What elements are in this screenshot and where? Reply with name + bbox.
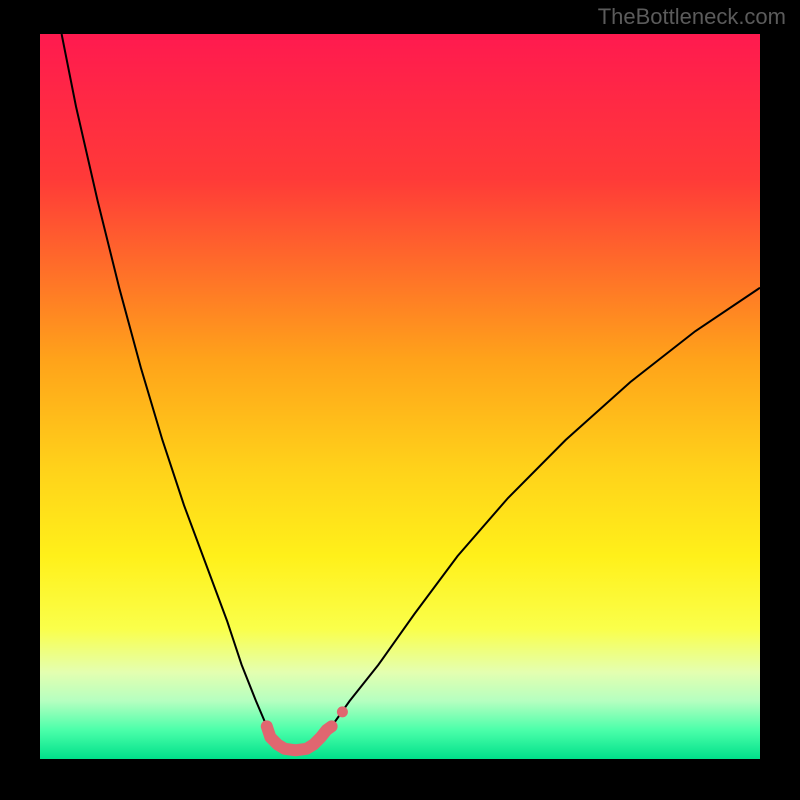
gradient-background: [40, 34, 760, 759]
attribution-text: TheBottleneck.com: [598, 4, 786, 30]
annotation-group: [337, 706, 348, 717]
chart-svg: [40, 34, 760, 759]
plot-area: [40, 34, 760, 759]
chart-outer-frame: TheBottleneck.com: [0, 0, 800, 800]
marker-dot: [337, 706, 348, 717]
